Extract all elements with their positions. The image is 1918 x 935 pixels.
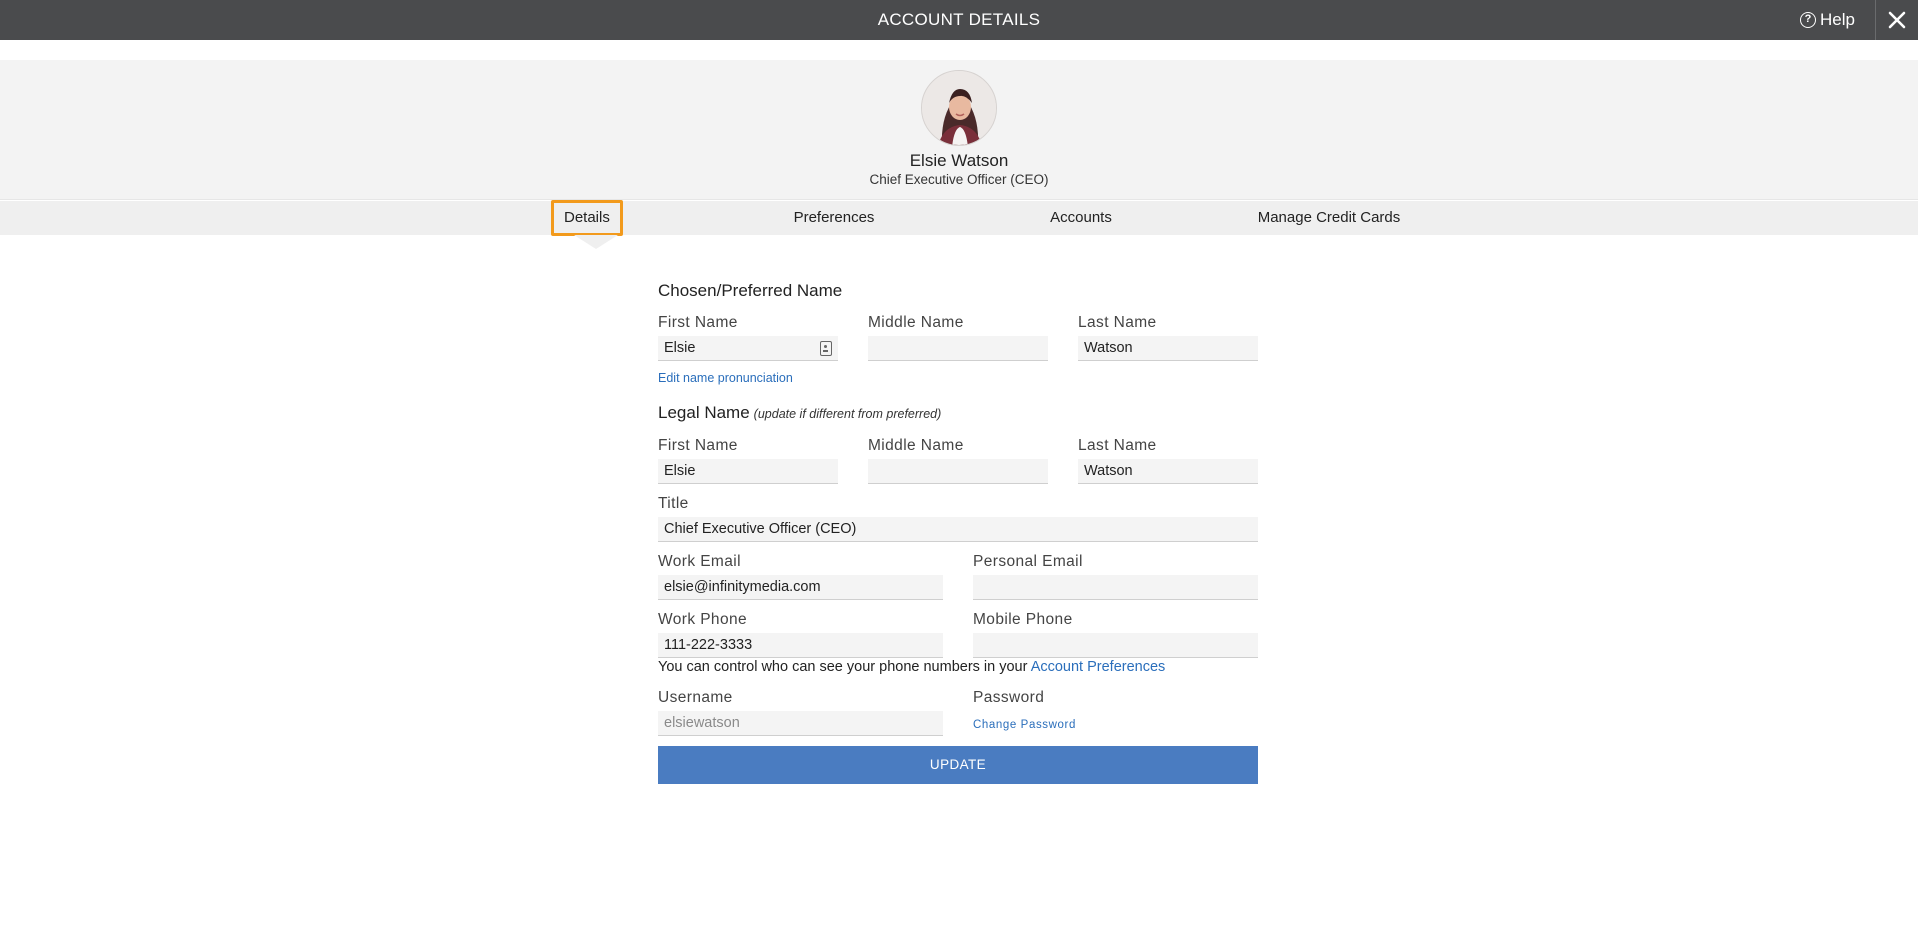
legal-name-note: (update if different from preferred) bbox=[753, 407, 942, 421]
profile-header: Elsie Watson Chief Executive Officer (CE… bbox=[0, 60, 1918, 200]
tab-bar: Details Preferences Accounts Manage Cred… bbox=[0, 200, 1918, 236]
mobile-phone-input[interactable] bbox=[973, 633, 1258, 658]
header-bar: ACCOUNT DETAILS ? Help bbox=[0, 0, 1918, 40]
help-label: Help bbox=[1820, 10, 1855, 29]
tab-preferences[interactable]: Preferences bbox=[779, 201, 889, 235]
tab-accounts[interactable]: Accounts bbox=[1040, 201, 1122, 235]
title-input[interactable] bbox=[658, 517, 1258, 542]
help-button[interactable]: ? Help bbox=[1800, 0, 1855, 40]
username-input bbox=[658, 711, 943, 736]
legal-name-title: Legal Name bbox=[658, 403, 750, 422]
tab-details[interactable]: Details bbox=[551, 200, 623, 236]
question-circle-icon: ? bbox=[1800, 12, 1817, 28]
avatar bbox=[921, 70, 997, 146]
legal-first-name-input[interactable] bbox=[658, 459, 838, 484]
personal-email-label: Personal Email bbox=[973, 553, 1083, 570]
change-password-link[interactable]: Change Password bbox=[973, 719, 1076, 731]
preferred-first-name-input[interactable] bbox=[658, 336, 838, 361]
close-icon bbox=[1888, 11, 1906, 29]
close-button[interactable] bbox=[1875, 0, 1918, 40]
active-tab-pointer bbox=[574, 235, 618, 249]
preferred-name-heading: Chosen/Preferred Name bbox=[658, 281, 843, 300]
preferred-middle-name-input[interactable] bbox=[868, 336, 1048, 361]
title-label: Title bbox=[658, 495, 689, 512]
avatar-portrait bbox=[922, 71, 996, 145]
legal-first-name-label: First Name bbox=[658, 437, 738, 454]
personal-email-input[interactable] bbox=[973, 575, 1258, 600]
legal-last-name-input[interactable] bbox=[1078, 459, 1258, 484]
username-label: Username bbox=[658, 689, 733, 706]
update-button[interactable]: UPDATE bbox=[658, 746, 1258, 784]
preferred-last-name-label: Last Name bbox=[1078, 314, 1157, 331]
account-preferences-link[interactable]: Account Preferences bbox=[1031, 659, 1166, 675]
legal-name-heading: Legal Name (update if different from pref… bbox=[658, 403, 941, 423]
password-label: Password bbox=[973, 689, 1045, 706]
phone-helper-text: You can control who can see your phone n… bbox=[658, 659, 1028, 675]
preferred-last-name-input[interactable] bbox=[1078, 336, 1258, 361]
work-phone-input[interactable] bbox=[658, 633, 943, 658]
mobile-phone-label: Mobile Phone bbox=[973, 611, 1073, 628]
legal-last-name-label: Last Name bbox=[1078, 437, 1157, 454]
contact-card-icon[interactable] bbox=[820, 341, 832, 356]
edit-name-pronunciation-link[interactable]: Edit name pronunciation bbox=[658, 371, 793, 385]
profile-role: Chief Executive Officer (CEO) bbox=[869, 172, 1049, 187]
preferred-middle-name-label: Middle Name bbox=[868, 314, 964, 331]
work-email-label: Work Email bbox=[658, 553, 741, 570]
phone-visibility-helper: You can control who can see your phone n… bbox=[658, 659, 1165, 675]
preferred-first-name-label: First Name bbox=[658, 314, 738, 331]
profile-name: Elsie Watson bbox=[909, 151, 1009, 170]
tab-manage-credit-cards[interactable]: Manage Credit Cards bbox=[1254, 201, 1404, 235]
work-phone-label: Work Phone bbox=[658, 611, 748, 628]
legal-middle-name-input[interactable] bbox=[868, 459, 1048, 484]
page-title: ACCOUNT DETAILS bbox=[877, 10, 1041, 29]
legal-middle-name-label: Middle Name bbox=[868, 437, 964, 454]
work-email-input[interactable] bbox=[658, 575, 943, 600]
